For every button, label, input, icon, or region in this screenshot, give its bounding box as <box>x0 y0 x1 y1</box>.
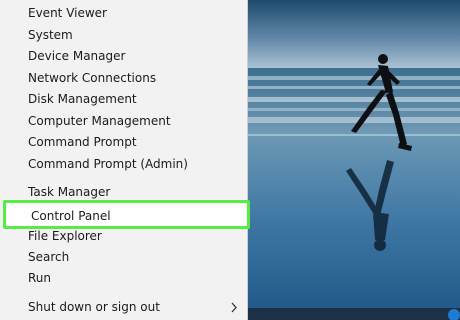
menu-item-label: Network Connections <box>28 71 157 85</box>
menu-item-label: Event Viewer <box>28 6 107 20</box>
menu-item-search[interactable]: Search <box>0 247 247 268</box>
menu-item-network-connections[interactable]: Network Connections <box>0 68 247 89</box>
menu-item-label: Command Prompt (Admin) <box>28 157 188 171</box>
menu-item-command-prompt[interactable]: Command Prompt <box>0 132 247 153</box>
menu-item-control-panel[interactable]: Control Panel <box>3 200 250 229</box>
menu-item-label: Shut down or sign out <box>28 300 160 314</box>
menu-item-disk-management[interactable]: Disk Management <box>0 89 247 110</box>
menu-item-label: Run <box>28 271 52 285</box>
menu-item-label: Search <box>28 250 70 264</box>
menu-item-command-prompt-admin[interactable]: Command Prompt (Admin) <box>0 154 247 175</box>
menu-item-file-explorer[interactable]: File Explorer <box>0 226 247 247</box>
menu-item-run[interactable]: Run <box>0 268 247 289</box>
menu-item-system[interactable]: System <box>0 25 247 46</box>
menu-item-label: Device Manager <box>28 49 126 63</box>
menu-item-label: System <box>28 28 73 42</box>
menu-item-shut-down-or-sign-out[interactable]: Shut down or sign out <box>0 297 247 318</box>
chevron-right-icon <box>229 297 239 318</box>
menu-item-event-viewer[interactable]: Event Viewer <box>0 3 247 24</box>
menu-item-label: Computer Management <box>28 114 171 128</box>
menu-separator <box>0 292 247 293</box>
menu-separator <box>0 178 247 179</box>
menu-item-device-manager[interactable]: Device Manager <box>0 46 247 67</box>
power-user-menu: Event Viewer System Device Manager Netwo… <box>0 0 250 320</box>
menu-item-label: Command Prompt <box>28 135 137 149</box>
menu-item-label: File Explorer <box>28 229 102 243</box>
desktop-screen: Event Viewer System Device Manager Netwo… <box>0 0 460 320</box>
desktop-wallpaper <box>247 0 460 320</box>
beach-runner-image <box>247 0 460 320</box>
menu-item-label: Disk Management <box>28 92 137 106</box>
menu-item-computer-management[interactable]: Computer Management <box>0 111 247 132</box>
